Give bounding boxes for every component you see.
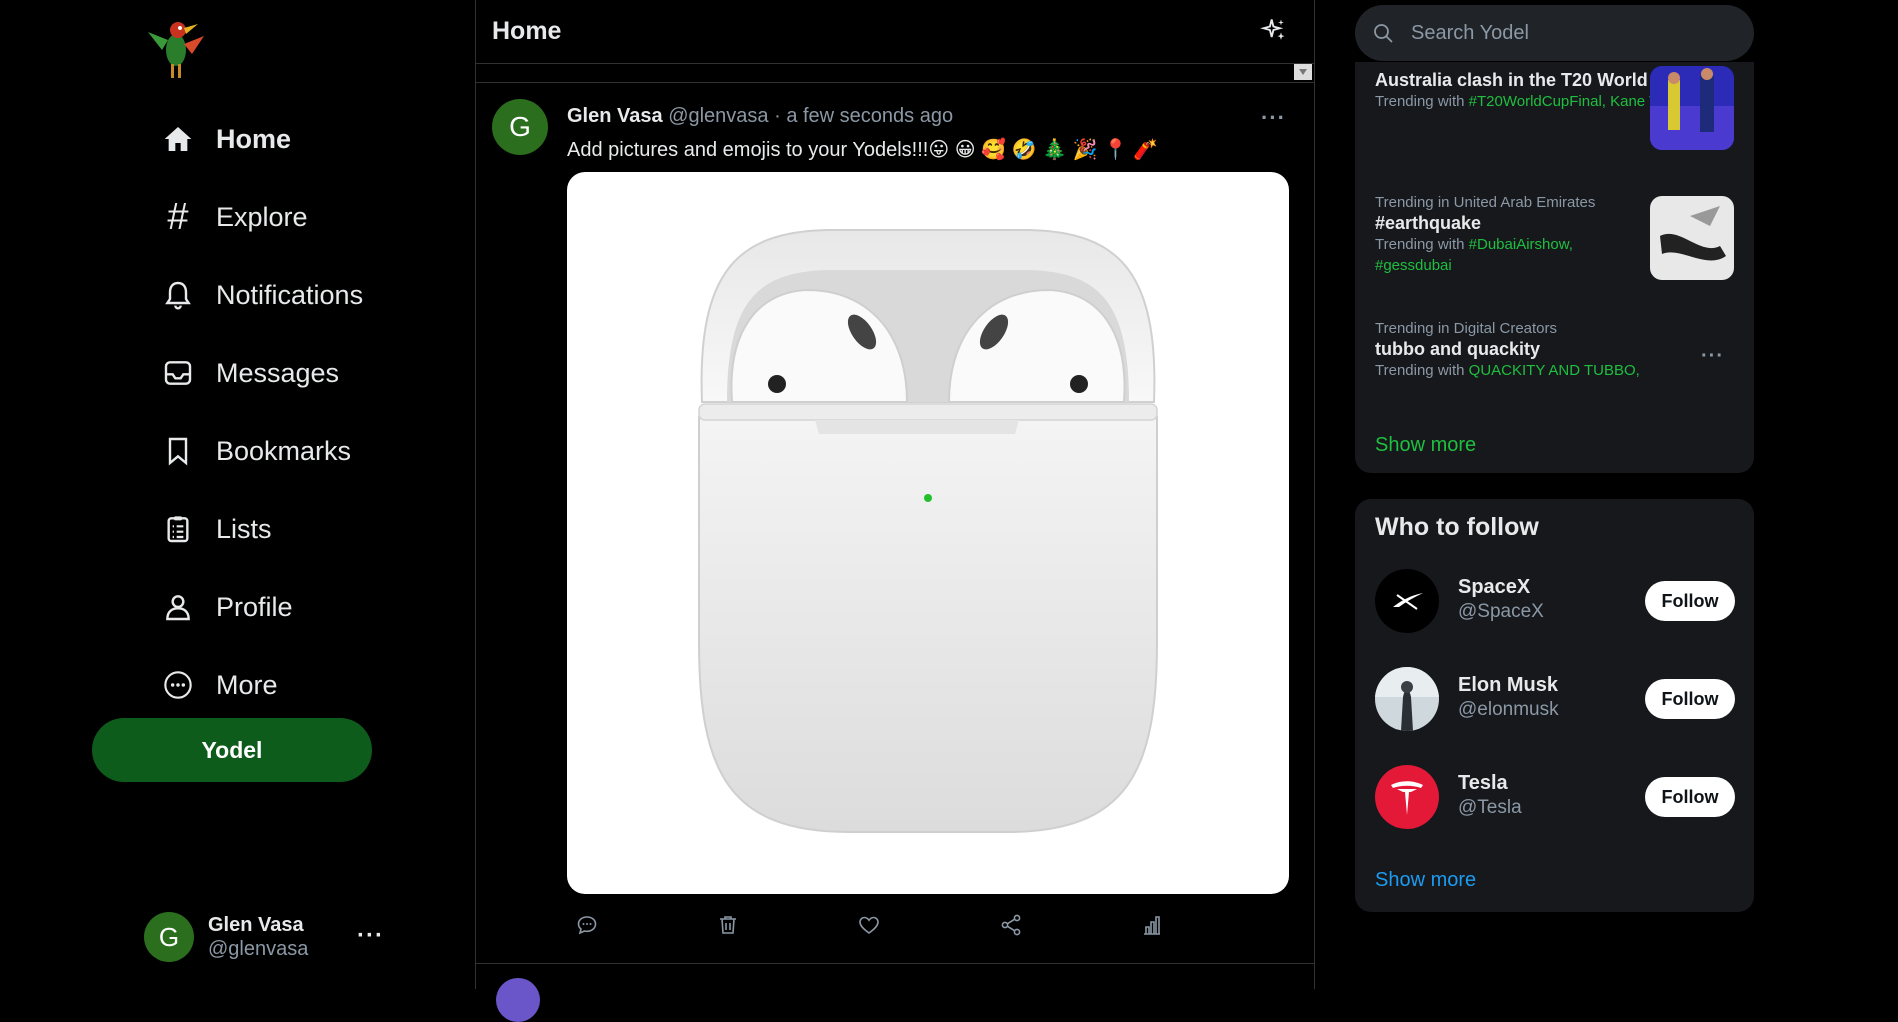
trend-item[interactable]: Trending in Digital Creators tubbo and q… bbox=[1375, 320, 1735, 382]
follow-button[interactable]: Follow bbox=[1645, 581, 1735, 621]
nav-explore[interactable]: # Explore bbox=[160, 178, 363, 256]
post[interactable]: G Glen Vasa @glenvasa · a few seconds ag… bbox=[476, 83, 1314, 964]
bell-icon bbox=[160, 277, 196, 313]
trends-panel: Australia clash in the T20 World Cup fin… bbox=[1355, 62, 1754, 473]
yodel-logo[interactable] bbox=[140, 10, 212, 82]
follow-handle: @Tesla bbox=[1458, 797, 1522, 818]
follow-name: Elon Musk bbox=[1458, 674, 1559, 696]
who-to-follow-panel: Who to follow SpaceX @SpaceX Follow Elon… bbox=[1355, 499, 1754, 912]
post-meta: @glenvasa · a few seconds ago bbox=[668, 105, 954, 127]
who-to-follow-title: Who to follow bbox=[1375, 513, 1539, 541]
feed-header: Home bbox=[476, 0, 1314, 64]
delete-icon[interactable] bbox=[716, 913, 742, 939]
nav-home[interactable]: Home bbox=[160, 100, 363, 178]
home-icon bbox=[160, 121, 196, 157]
nav-more[interactable]: More bbox=[160, 646, 363, 724]
nav-label: More bbox=[216, 669, 278, 700]
trend-subtitle: Trending with QUACKITY AND TUBBO, bbox=[1375, 362, 1640, 380]
heart-icon[interactable] bbox=[857, 913, 883, 939]
trend-image[interactable] bbox=[1650, 66, 1734, 150]
more-circle-icon bbox=[160, 667, 196, 703]
sparkle-icon[interactable] bbox=[1260, 16, 1288, 44]
post-image[interactable] bbox=[567, 172, 1289, 894]
follow-name: SpaceX bbox=[1458, 576, 1531, 598]
follow-suggestion[interactable]: Tesla @Tesla Follow bbox=[1375, 765, 1735, 829]
follow-button[interactable]: Follow bbox=[1645, 777, 1735, 817]
nav-label: Lists bbox=[216, 513, 272, 544]
trend-hashtags[interactable]: QUACKITY AND TUBBO, bbox=[1469, 362, 1640, 379]
post-more-icon[interactable]: ··· bbox=[1261, 105, 1286, 131]
trends-show-more[interactable]: Show more bbox=[1375, 434, 1476, 457]
nav-bookmarks[interactable]: Bookmarks bbox=[160, 412, 363, 490]
post-actions bbox=[567, 913, 1289, 943]
search-bar[interactable] bbox=[1355, 5, 1754, 61]
account-switcher[interactable]: G Glen Vasa @glenvasa ··· bbox=[144, 912, 384, 962]
post-avatar[interactable]: G bbox=[492, 99, 548, 155]
trend-category: Trending in Digital Creators bbox=[1375, 320, 1558, 337]
trend-subtitle: Trending with #DubaiAirshow, #gessdubai bbox=[1375, 236, 1573, 274]
avatar: G bbox=[144, 912, 194, 962]
post-header: Glen Vasa @glenvasa · a few seconds ago bbox=[567, 105, 953, 128]
trend-image[interactable] bbox=[1650, 196, 1734, 280]
post-text: Add pictures and emojis to your Yodels!!… bbox=[567, 139, 1159, 161]
share-icon[interactable] bbox=[999, 913, 1025, 939]
trend-title: tubbo and quackity bbox=[1375, 339, 1541, 359]
main-nav: Home # Explore Notifications Messages Bo… bbox=[160, 100, 363, 724]
nav-notifications[interactable]: Notifications bbox=[160, 256, 363, 334]
comment-icon[interactable] bbox=[575, 913, 601, 939]
follow-show-more[interactable]: Show more bbox=[1375, 869, 1476, 892]
nav-label: Notifications bbox=[216, 279, 364, 310]
avatar[interactable] bbox=[1375, 569, 1439, 633]
follow-name: Tesla bbox=[1458, 772, 1508, 794]
analytics-icon[interactable] bbox=[1140, 913, 1166, 939]
user-icon bbox=[160, 589, 196, 625]
trend-more-icon[interactable]: ··· bbox=[1701, 345, 1724, 368]
nav-lists[interactable]: Lists bbox=[160, 490, 363, 568]
yodel-button[interactable]: Yodel bbox=[92, 718, 372, 782]
search-icon bbox=[1374, 24, 1393, 43]
hash-icon: # bbox=[167, 196, 189, 238]
avatar[interactable] bbox=[1375, 667, 1439, 731]
account-handle: @glenvasa bbox=[208, 938, 309, 960]
nav-label: Explore bbox=[216, 201, 308, 232]
main-feed: Home G Glen Vasa @glenvasa · a few secon… bbox=[475, 0, 1315, 1022]
inbox-icon bbox=[160, 355, 196, 391]
search-input[interactable] bbox=[1409, 20, 1713, 46]
account-name: Glen Vasa bbox=[208, 914, 304, 936]
nav-messages[interactable]: Messages bbox=[160, 334, 363, 412]
nav-label: Messages bbox=[216, 357, 340, 388]
follow-button[interactable]: Follow bbox=[1645, 679, 1735, 719]
account-more-icon[interactable]: ··· bbox=[357, 922, 384, 950]
page-title: Home bbox=[492, 17, 562, 45]
avatar[interactable] bbox=[1375, 765, 1439, 829]
follow-handle: @SpaceX bbox=[1458, 601, 1544, 622]
nav-profile[interactable]: Profile bbox=[160, 568, 363, 646]
follow-suggestion[interactable]: Elon Musk @elonmusk Follow bbox=[1375, 667, 1735, 731]
follow-suggestion[interactable]: SpaceX @SpaceX Follow bbox=[1375, 569, 1735, 633]
next-post-avatar[interactable] bbox=[496, 978, 540, 1022]
post-author[interactable]: Glen Vasa bbox=[567, 105, 663, 127]
scroll-region bbox=[476, 64, 1314, 83]
follow-handle: @elonmusk bbox=[1458, 699, 1559, 720]
nav-label: Home bbox=[216, 123, 292, 154]
left-sidebar: Home # Explore Notifications Messages Bo… bbox=[0, 0, 475, 989]
nav-label: Profile bbox=[216, 591, 293, 622]
bookmark-icon bbox=[160, 433, 196, 469]
scroll-down-arrow[interactable] bbox=[1294, 64, 1312, 80]
nav-label: Bookmarks bbox=[216, 435, 352, 466]
clipboard-icon bbox=[160, 511, 196, 547]
